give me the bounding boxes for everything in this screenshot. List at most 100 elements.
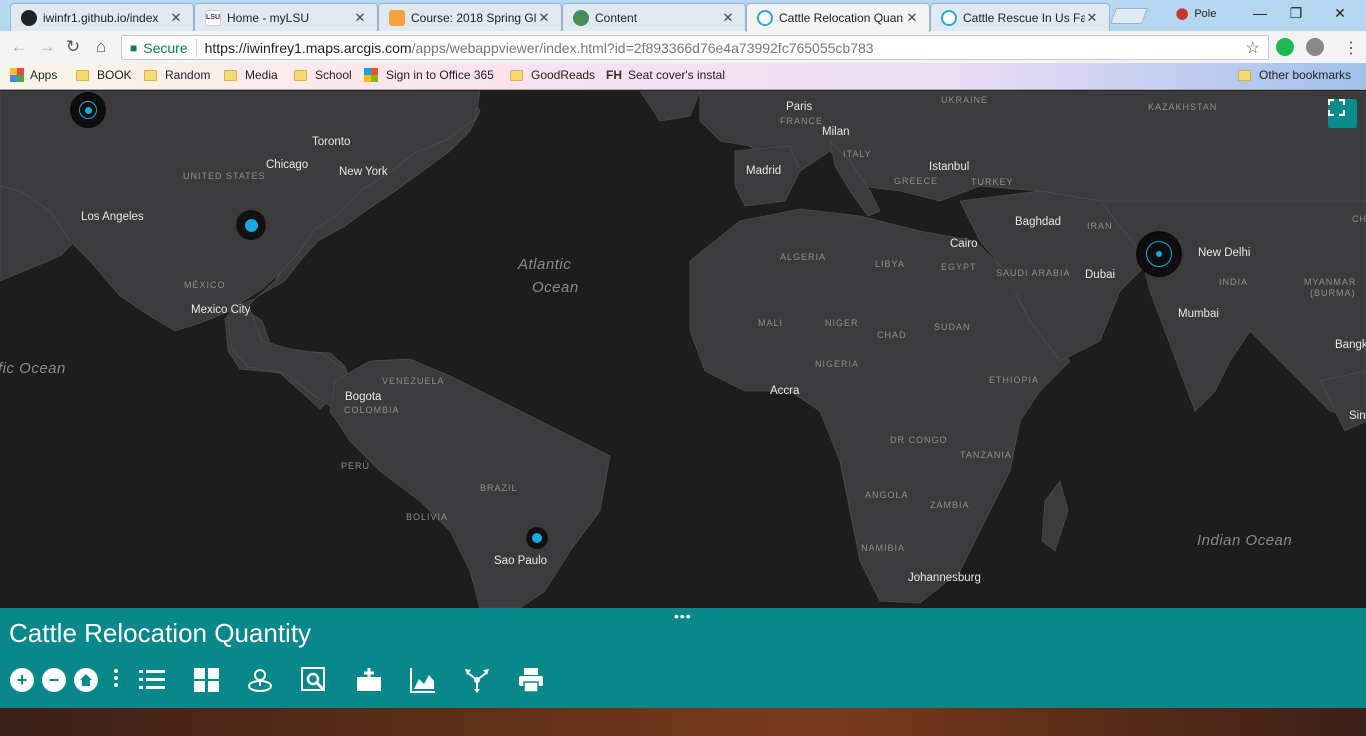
country-label: TURKEY [971, 177, 1014, 187]
home-icon[interactable]: ⌂ [90, 37, 112, 57]
country-label: MÉXICO [184, 280, 226, 290]
map-pin-icon [248, 669, 272, 692]
bookmark-apps[interactable]: Apps [10, 68, 57, 82]
bookmark-star-icon[interactable]: ☆ [1246, 38, 1260, 58]
country-label: SUDAN [934, 322, 971, 332]
bookmarks-bar: Apps BOOK Random Media School Sign in to… [0, 63, 1366, 90]
data-point-marker[interactable] [236, 210, 266, 240]
search-settings-icon [301, 667, 325, 691]
country-label: LIBYA [875, 259, 905, 269]
country-label: NIGERIA [815, 359, 860, 369]
forward-icon[interactable]: → [36, 37, 58, 57]
city-label: Bangk [1335, 339, 1366, 351]
bookmark-book[interactable]: BOOK [76, 68, 132, 82]
profile-badge[interactable]: ⬤ Pole [1176, 7, 1216, 20]
moodle-icon [389, 9, 405, 26]
country-label: UKRAINE [941, 95, 989, 105]
data-point-marker[interactable] [72, 94, 104, 126]
tab-mylsu[interactable]: LSU Home - myLSU ✕ [194, 3, 378, 31]
country-label: ITALY [843, 149, 872, 159]
profile-name: Pole [1194, 8, 1217, 20]
share-button[interactable] [463, 666, 491, 694]
minimize-icon[interactable]: — [1245, 5, 1275, 21]
city-label: Madrid [746, 165, 782, 177]
folder-icon [76, 69, 89, 81]
lsu-icon: LSU [205, 9, 221, 26]
map-view[interactable]: Atlantic Ocean fic Ocean Indian Ocean Pa… [0, 91, 1366, 608]
bookmark-label: School [315, 68, 352, 82]
browser-tab-strip: iwinfr1.github.io/index ✕ LSU Home - myL… [0, 0, 1366, 32]
browser-menu-icon[interactable]: ⋮ [1343, 38, 1359, 58]
country-label: ZAMBIA [930, 500, 970, 510]
reload-icon[interactable]: ↻ [62, 37, 84, 57]
chart-button[interactable] [409, 666, 437, 694]
back-icon[interactable]: ← [8, 37, 30, 57]
tab-content[interactable]: Content ✕ [562, 3, 746, 31]
close-icon[interactable]: ✕ [537, 10, 551, 26]
country-label: ETHIOPIA [989, 375, 1040, 385]
tab-course[interactable]: Course: 2018 Spring Gl ✕ [378, 3, 562, 31]
country-label: ANGOLA [865, 490, 909, 500]
home-extent-button[interactable] [74, 668, 98, 692]
tab-title: Cattle Relocation Quan [779, 11, 904, 25]
close-icon[interactable]: ✕ [1085, 10, 1099, 26]
close-icon[interactable]: ✕ [353, 10, 367, 26]
basemap-land [0, 91, 1366, 608]
bookmark-office365[interactable]: Sign in to Office 365 [364, 68, 494, 82]
city-label: New York [339, 166, 388, 178]
add-data-button[interactable] [355, 666, 383, 694]
fullscreen-icon [1328, 99, 1345, 116]
more-vertical-icon[interactable] [114, 669, 118, 690]
tab-github[interactable]: iwinfr1.github.io/index ✕ [10, 3, 194, 31]
layer-list-button[interactable] [138, 666, 166, 694]
share-icon [465, 669, 489, 693]
country-label: NAMIBIA [861, 543, 906, 553]
bookmark-random[interactable]: Random [144, 68, 210, 82]
panel-resize-handle[interactable]: ••• [674, 608, 692, 624]
country-label: CH [1352, 214, 1366, 224]
bookmark-media[interactable]: Media [224, 68, 278, 82]
os-taskbar [0, 708, 1366, 736]
data-point-marker[interactable] [1138, 233, 1180, 275]
country-label: UNITED STATES [183, 171, 266, 181]
country-label: VENEZUELA [382, 376, 445, 386]
query-button[interactable] [300, 666, 328, 694]
address-bar[interactable]: ■ Secure https://iwinfrey1.maps.arcgis.c… [121, 35, 1269, 60]
country-label: BRAZIL [480, 483, 518, 493]
country-label: FRANCE [780, 116, 824, 126]
bookmark-label: Seat cover's instal [628, 68, 726, 82]
fullscreen-button[interactable] [1328, 99, 1357, 128]
tab-title: Content [595, 10, 638, 25]
lock-icon: ■ [130, 40, 138, 55]
url-path: /apps/webappviewer/index.html?id=2f89336… [411, 39, 874, 56]
extension-grammarly-icon[interactable] [1276, 38, 1294, 56]
data-point-marker[interactable] [526, 527, 548, 549]
extension-icon[interactable] [1306, 38, 1324, 56]
print-button[interactable] [517, 666, 545, 694]
city-label: New Delhi [1198, 247, 1251, 259]
close-window-icon[interactable]: ✕ [1325, 5, 1355, 22]
divider [195, 38, 197, 57]
bookmark-school[interactable]: School [294, 68, 352, 82]
bookmark-seat-covers[interactable]: FH Seat cover's instal [606, 68, 725, 82]
location-button[interactable] [246, 666, 274, 694]
close-icon[interactable]: ✕ [721, 10, 735, 26]
country-label: IRAN [1087, 221, 1113, 231]
zoom-in-button[interactable]: + [10, 668, 34, 692]
app-title: Cattle Relocation Quantity [9, 618, 312, 648]
restore-icon[interactable]: ❐ [1281, 5, 1311, 22]
bookmark-other[interactable]: Other bookmarks [1238, 68, 1351, 82]
url-host: https://iwinfrey1.maps.arcgis.com [204, 39, 412, 56]
tab-cattle-relocation[interactable]: Cattle Relocation Quan ✕ [746, 3, 930, 32]
new-tab-button[interactable] [1110, 8, 1148, 24]
city-label: Toronto [312, 136, 351, 148]
zoom-out-button[interactable]: − [42, 668, 66, 692]
basemap-gallery-button[interactable] [193, 666, 221, 694]
bookmark-label: BOOK [97, 68, 132, 82]
close-icon[interactable]: ✕ [905, 10, 919, 26]
bookmark-goodreads[interactable]: GoodReads [510, 68, 595, 82]
close-icon[interactable]: ✕ [169, 10, 183, 26]
tab-cattle-rescue[interactable]: Cattle Rescue In Us Far ✕ [930, 3, 1110, 31]
city-label: Accra [770, 385, 800, 397]
profile-icon: ⬤ [1176, 8, 1189, 20]
